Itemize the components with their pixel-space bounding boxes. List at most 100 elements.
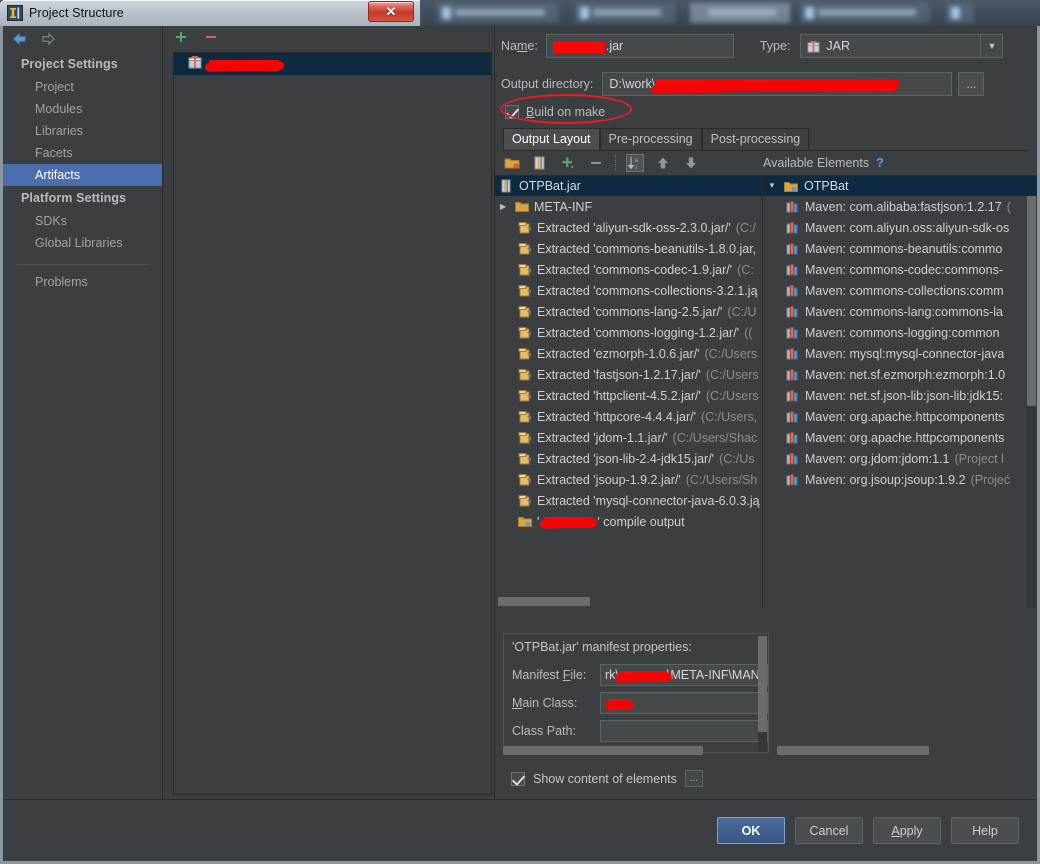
tree-row[interactable]: Maven: org.apache.httpcomponents (763, 427, 1037, 448)
tree-row[interactable]: Extracted 'fastjson-1.2.17.jar/' (C:/User… (495, 364, 762, 385)
jar-artifact-icon (500, 179, 513, 193)
tree-row[interactable]: Extracted 'aliyun-sdk-oss-2.3.0.jar/' (C:… (495, 217, 762, 238)
plus-icon[interactable] (559, 154, 577, 172)
sidebar-item-project[interactable]: Project (3, 76, 162, 98)
artifacts-list[interactable] (173, 52, 492, 795)
layout-trees: OTPBat.jar ▶ META-INF Extracted 'aliyun-… (495, 175, 1037, 608)
help-button[interactable]: Help (951, 817, 1019, 844)
maven-library-icon (786, 221, 800, 234)
browse-output-directory-button[interactable]: ... (958, 72, 985, 96)
tree-row[interactable]: ' ' compile output (495, 511, 762, 532)
add-directory-icon[interactable] (503, 154, 521, 172)
tree-row[interactable]: Maven: com.alibaba:fastjson:1.2.17 ( (763, 196, 1037, 217)
tree-row[interactable]: Maven: mysql:mysql-connector-java (763, 343, 1037, 364)
move-up-icon[interactable] (654, 154, 672, 172)
arrow-back-icon[interactable] (11, 30, 29, 48)
tree-row[interactable]: Maven: net.sf.ezmorph:ezmorph:1.0 (763, 364, 1037, 385)
sidebar-item-modules[interactable]: Modules (3, 98, 162, 120)
add-archive-icon[interactable] (531, 154, 549, 172)
manifest-vscrollbar[interactable] (758, 636, 767, 752)
apply-button[interactable]: Apply (873, 817, 941, 844)
class-path-input[interactable] (600, 720, 768, 742)
tree-row[interactable]: Extracted 'json-lib-2.4-jdk15.jar/' (C:/U… (495, 448, 762, 469)
tree-row[interactable]: Extracted 'mysql-connector-java-6.0.3.ją (495, 490, 762, 511)
close-icon[interactable]: ✕ (368, 1, 414, 22)
chevron-down-icon[interactable]: ▼ (768, 182, 778, 190)
tree-row[interactable]: Extracted 'commons-beanutils-1.8.0.jar, (495, 238, 762, 259)
tree-row[interactable]: Maven: org.apache.httpcomponents (763, 406, 1037, 427)
show-content-checkbox[interactable] (511, 771, 525, 786)
sidebar-item-global-libraries[interactable]: Global Libraries (3, 232, 162, 254)
output-tree-hscrollbar[interactable] (498, 597, 760, 606)
help-icon[interactable]: ? (876, 156, 884, 170)
sidebar-item-libraries[interactable]: Libraries (3, 120, 162, 142)
maven-library-icon (786, 347, 800, 360)
move-down-icon[interactable] (682, 154, 700, 172)
manifest-file-input[interactable]: rk\ \META-INF\MAN (600, 664, 768, 686)
detail-hscrollbar[interactable] (777, 746, 929, 755)
tree-row-label: Extracted 'commons-codec-1.9.jar/' (537, 262, 733, 277)
type-select[interactable]: JAR ▼ (800, 34, 1004, 58)
tree-row[interactable]: Extracted 'jsoup-1.9.2.jar/' (C:/Users/Sh (495, 469, 762, 490)
tree-row[interactable]: Extracted 'jdom-1.1.jar/' (C:/Users/Shac (495, 427, 762, 448)
scrollbar-thumb[interactable] (498, 597, 590, 606)
chevron-down-icon[interactable]: ▼ (980, 35, 1002, 57)
name-input[interactable]: .jar (545, 34, 734, 58)
tree-root-available[interactable]: ▼ OTPBat (763, 176, 1037, 196)
tree-row[interactable]: Extracted 'commons-collections-3.2.1.ją (495, 280, 762, 301)
tab-post-processing[interactable]: Post-processing (701, 128, 810, 150)
tree-row[interactable]: Maven: commons-collections:comm (763, 280, 1037, 301)
available-elements-tree[interactable]: ▼ OTPBat Maven: com.alibaba:fastjson:1.2… (763, 176, 1037, 608)
output-layout-tree[interactable]: OTPBat.jar ▶ META-INF Extracted 'aliyun-… (495, 176, 763, 607)
cancel-button[interactable]: Cancel (795, 817, 863, 844)
tree-row[interactable]: Maven: org.jsoup:jsoup:1.9.2 (Projeć (763, 469, 1037, 490)
sidebar-item-sdks[interactable]: SDKs (3, 210, 162, 232)
tree-row[interactable]: Extracted 'ezmorph-1.0.6.jar/' (C:/Users (495, 343, 762, 364)
tree-row-label: Maven: org.apache.httpcomponents (805, 409, 1005, 424)
tree-row[interactable]: Extracted 'commons-logging-1.2.jar/' (( (495, 322, 762, 343)
show-content-options-button[interactable]: ... (684, 770, 703, 787)
manifest-hscrollbar[interactable] (503, 746, 703, 755)
maven-library-icon (786, 389, 800, 402)
tree-row[interactable]: Extracted 'commons-codec-1.9.jar/' (C: (495, 259, 762, 280)
module-output-icon (784, 180, 798, 193)
tree-row[interactable]: Extracted 'httpclient-4.5.2.jar/' (C:/Use… (495, 385, 762, 406)
sidebar-group-platform-settings: Platform Settings (21, 191, 127, 205)
tree-row[interactable]: ▶ META-INF (495, 196, 762, 217)
sort-alphabetically-icon[interactable]: a z (626, 154, 644, 172)
build-on-make-checkbox[interactable] (505, 105, 519, 119)
scrollbar-thumb[interactable] (503, 746, 703, 755)
tree-row[interactable]: Maven: net.sf.json-lib:json-lib:jdk15: (763, 385, 1037, 406)
build-on-make-row[interactable]: Build on make (495, 98, 1037, 126)
sidebar-item-facets[interactable]: Facets (3, 142, 162, 164)
minus-icon[interactable] (587, 154, 605, 172)
sidebar-item-artifacts[interactable]: Artifacts (3, 164, 162, 186)
list-item[interactable] (174, 53, 491, 75)
scrollbar-thumb[interactable] (1027, 196, 1036, 406)
tree-row[interactable]: Maven: org.jdom:jdom:1.1 (Project l (763, 448, 1037, 469)
show-content-row[interactable]: Show content of elements ... (511, 770, 703, 787)
scrollbar-thumb[interactable] (777, 746, 929, 755)
tree-row[interactable]: Maven: commons-lang:commons-la (763, 301, 1037, 322)
tab-pre-processing[interactable]: Pre-processing (599, 128, 702, 150)
sidebar-item-problems[interactable]: Problems (3, 271, 162, 293)
output-directory-input[interactable]: D:\work\ (602, 72, 953, 96)
available-tree-vscrollbar[interactable] (1027, 196, 1036, 608)
tree-row[interactable]: Maven: com.aliyun.oss:aliyun-sdk-os (763, 217, 1037, 238)
ok-button[interactable]: OK (717, 817, 785, 844)
tab-output-layout[interactable]: Output Layout (503, 128, 600, 150)
chevron-right-icon[interactable]: ▶ (500, 202, 510, 211)
tree-row[interactable]: Maven: commons-codec:commons- (763, 259, 1037, 280)
maven-library-icon (786, 431, 800, 444)
minus-icon[interactable] (203, 29, 219, 50)
tree-row[interactable]: Extracted 'httpcore-4.4.4.jar/' (C:/Users… (495, 406, 762, 427)
tree-row[interactable]: Maven: commons-beanutils:commo (763, 238, 1037, 259)
title-bar[interactable]: Project Structure ✕ (0, 0, 420, 26)
main-class-input[interactable] (600, 692, 768, 714)
tree-root-output[interactable]: OTPBat.jar (495, 176, 762, 196)
scrollbar-thumb[interactable] (758, 636, 767, 732)
plus-icon[interactable] (173, 29, 189, 50)
tree-row-label: Maven: org.apache.httpcomponents (805, 430, 1005, 445)
tree-row[interactable]: Extracted 'commons-lang-2.5.jar/' (C:/U (495, 301, 762, 322)
tree-row[interactable]: Maven: commons-logging:common (763, 322, 1037, 343)
